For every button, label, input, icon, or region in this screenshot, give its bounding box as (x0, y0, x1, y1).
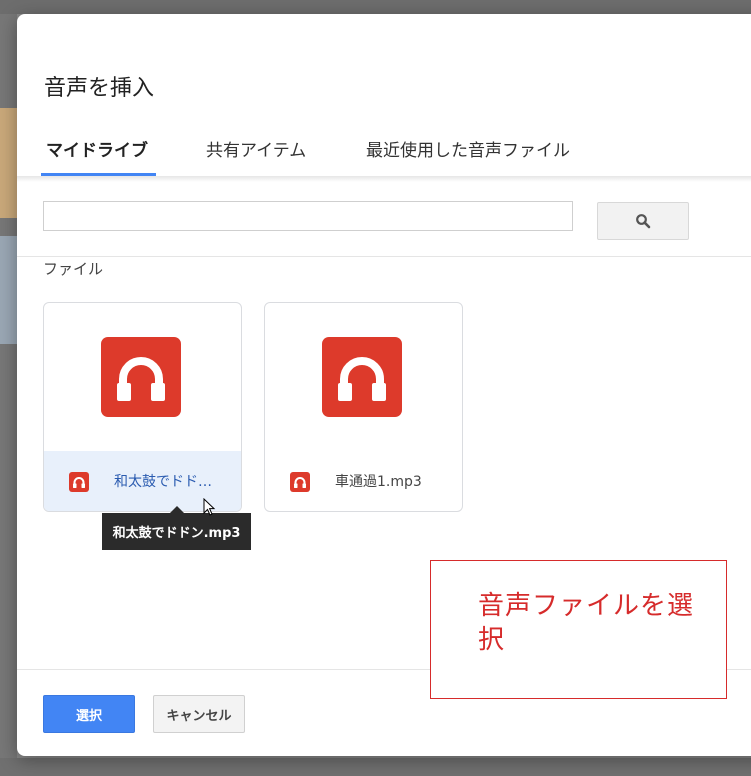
headphones-icon (101, 337, 181, 417)
file-card-wadaiko[interactable]: 和太鼓でドド… (43, 302, 242, 512)
tab-bar: マイドライブ 共有アイテム 最近使用した音声ファイル (17, 126, 751, 176)
search-input[interactable] (43, 201, 573, 231)
instruction-callout: 音声ファイルを選択 (430, 560, 727, 699)
search-icon (636, 214, 651, 229)
divider (17, 256, 751, 257)
headphones-icon (290, 472, 310, 492)
tab-bar-shadow (17, 176, 751, 182)
dialog-title: 音声を挿入 (44, 76, 155, 101)
background-toolbar (0, 758, 751, 776)
tab-my-drive[interactable]: マイドライブ (46, 136, 148, 161)
background-slide-thumbnail (0, 236, 17, 344)
file-card-footer: 車通過1.mp3 (265, 451, 462, 511)
search-button[interactable] (597, 202, 689, 240)
insert-audio-dialog: 音声を挿入 マイドライブ 共有アイテム 最近使用した音声ファイル ファイル 和太… (17, 14, 751, 756)
cancel-button[interactable]: キャンセル (153, 695, 245, 733)
instruction-text: 音声ファイルを選択 (478, 591, 695, 655)
file-name-tooltip: 和太鼓でドドン.mp3 (102, 506, 251, 550)
file-name: 車通過1.mp3 (335, 474, 422, 490)
headphones-icon (69, 472, 89, 492)
headphones-icon (322, 337, 402, 417)
mouse-cursor-icon (203, 498, 216, 516)
file-card-car-passing[interactable]: 車通過1.mp3 (264, 302, 463, 512)
background-slide-thumbnail (0, 108, 17, 218)
section-label: ファイル (43, 260, 104, 278)
file-name: 和太鼓でドド… (114, 474, 212, 490)
tab-recent-audio[interactable]: 最近使用した音声ファイル (366, 136, 570, 161)
background-window-bar (0, 0, 751, 14)
select-button[interactable]: 選択 (43, 695, 135, 733)
tab-shared-items[interactable]: 共有アイテム (206, 136, 306, 161)
